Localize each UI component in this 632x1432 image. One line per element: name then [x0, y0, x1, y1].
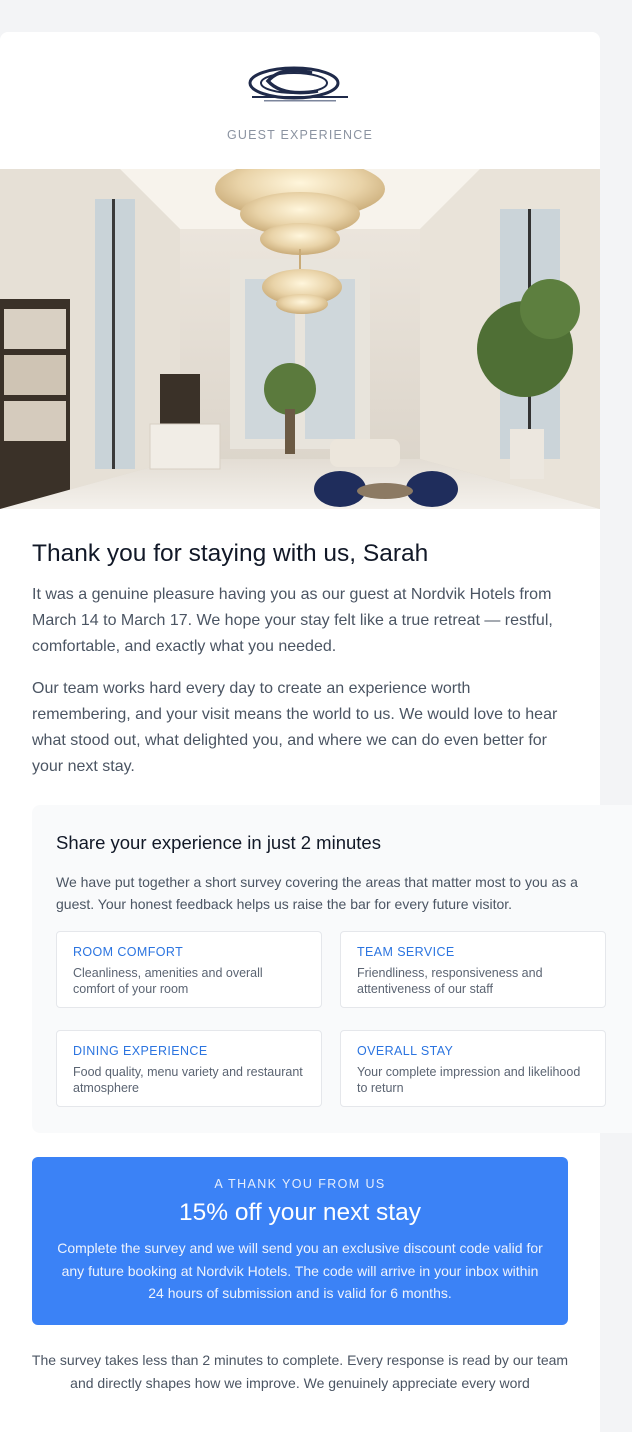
survey-section: Share your experience in just 2 minutes …: [32, 805, 632, 1133]
footer-note: The survey takes less than 2 minutes to …: [31, 1352, 569, 1391]
page-title: Thank you for staying with us, Sarah: [32, 540, 429, 567]
discount-offer-banner: A THANK YOU FROM US 15% off your next st…: [32, 1157, 568, 1325]
intro-paragraph-1: It was a genuine pleasure having you as …: [32, 586, 553, 655]
hotel-lobby-photo: [0, 169, 600, 509]
tile-description: Friendliness, responsiveness and attenti…: [357, 966, 543, 996]
tile-description: Your complete impression and likelihood …: [357, 1065, 581, 1095]
intro-section: Thank you for staying with us, Sarah It …: [32, 538, 568, 796]
intro-paragraph-2: Our team works hard every day to create …: [32, 680, 558, 775]
tile-description: Food quality, menu variety and restauran…: [73, 1065, 303, 1095]
survey-title: Share your experience in just 2 minutes: [56, 832, 381, 853]
tile-title: ROOM COMFORT: [73, 945, 184, 959]
guest-experience-eyebrow: GUEST EXPERIENCE: [226, 128, 374, 142]
survey-tile-overall-stay[interactable]: OVERALL STAY Your complete impression an…: [340, 1030, 606, 1107]
offer-eyebrow: A THANK YOU FROM US: [214, 1177, 386, 1191]
tile-title: DINING EXPERIENCE: [73, 1044, 208, 1058]
survey-description: We have put together a short survey cove…: [56, 874, 578, 912]
survey-tile-dining-experience[interactable]: DINING EXPERIENCE Food quality, menu var…: [56, 1030, 322, 1107]
tile-title: OVERALL STAY: [357, 1044, 454, 1058]
survey-tile-team-service[interactable]: TEAM SERVICE Friendliness, responsivenes…: [340, 931, 606, 1008]
offer-description: Complete the survey and we will send you…: [57, 1240, 543, 1301]
email-header: GUEST EXPERIENCE: [0, 32, 600, 169]
survey-tile-room-comfort[interactable]: ROOM COMFORT Cleanliness, amenities and …: [56, 931, 322, 1008]
tile-title: TEAM SERVICE: [357, 945, 455, 959]
offer-title: 15% off your next stay: [179, 1199, 421, 1226]
tile-description: Cleanliness, amenities and overall comfo…: [73, 966, 263, 996]
